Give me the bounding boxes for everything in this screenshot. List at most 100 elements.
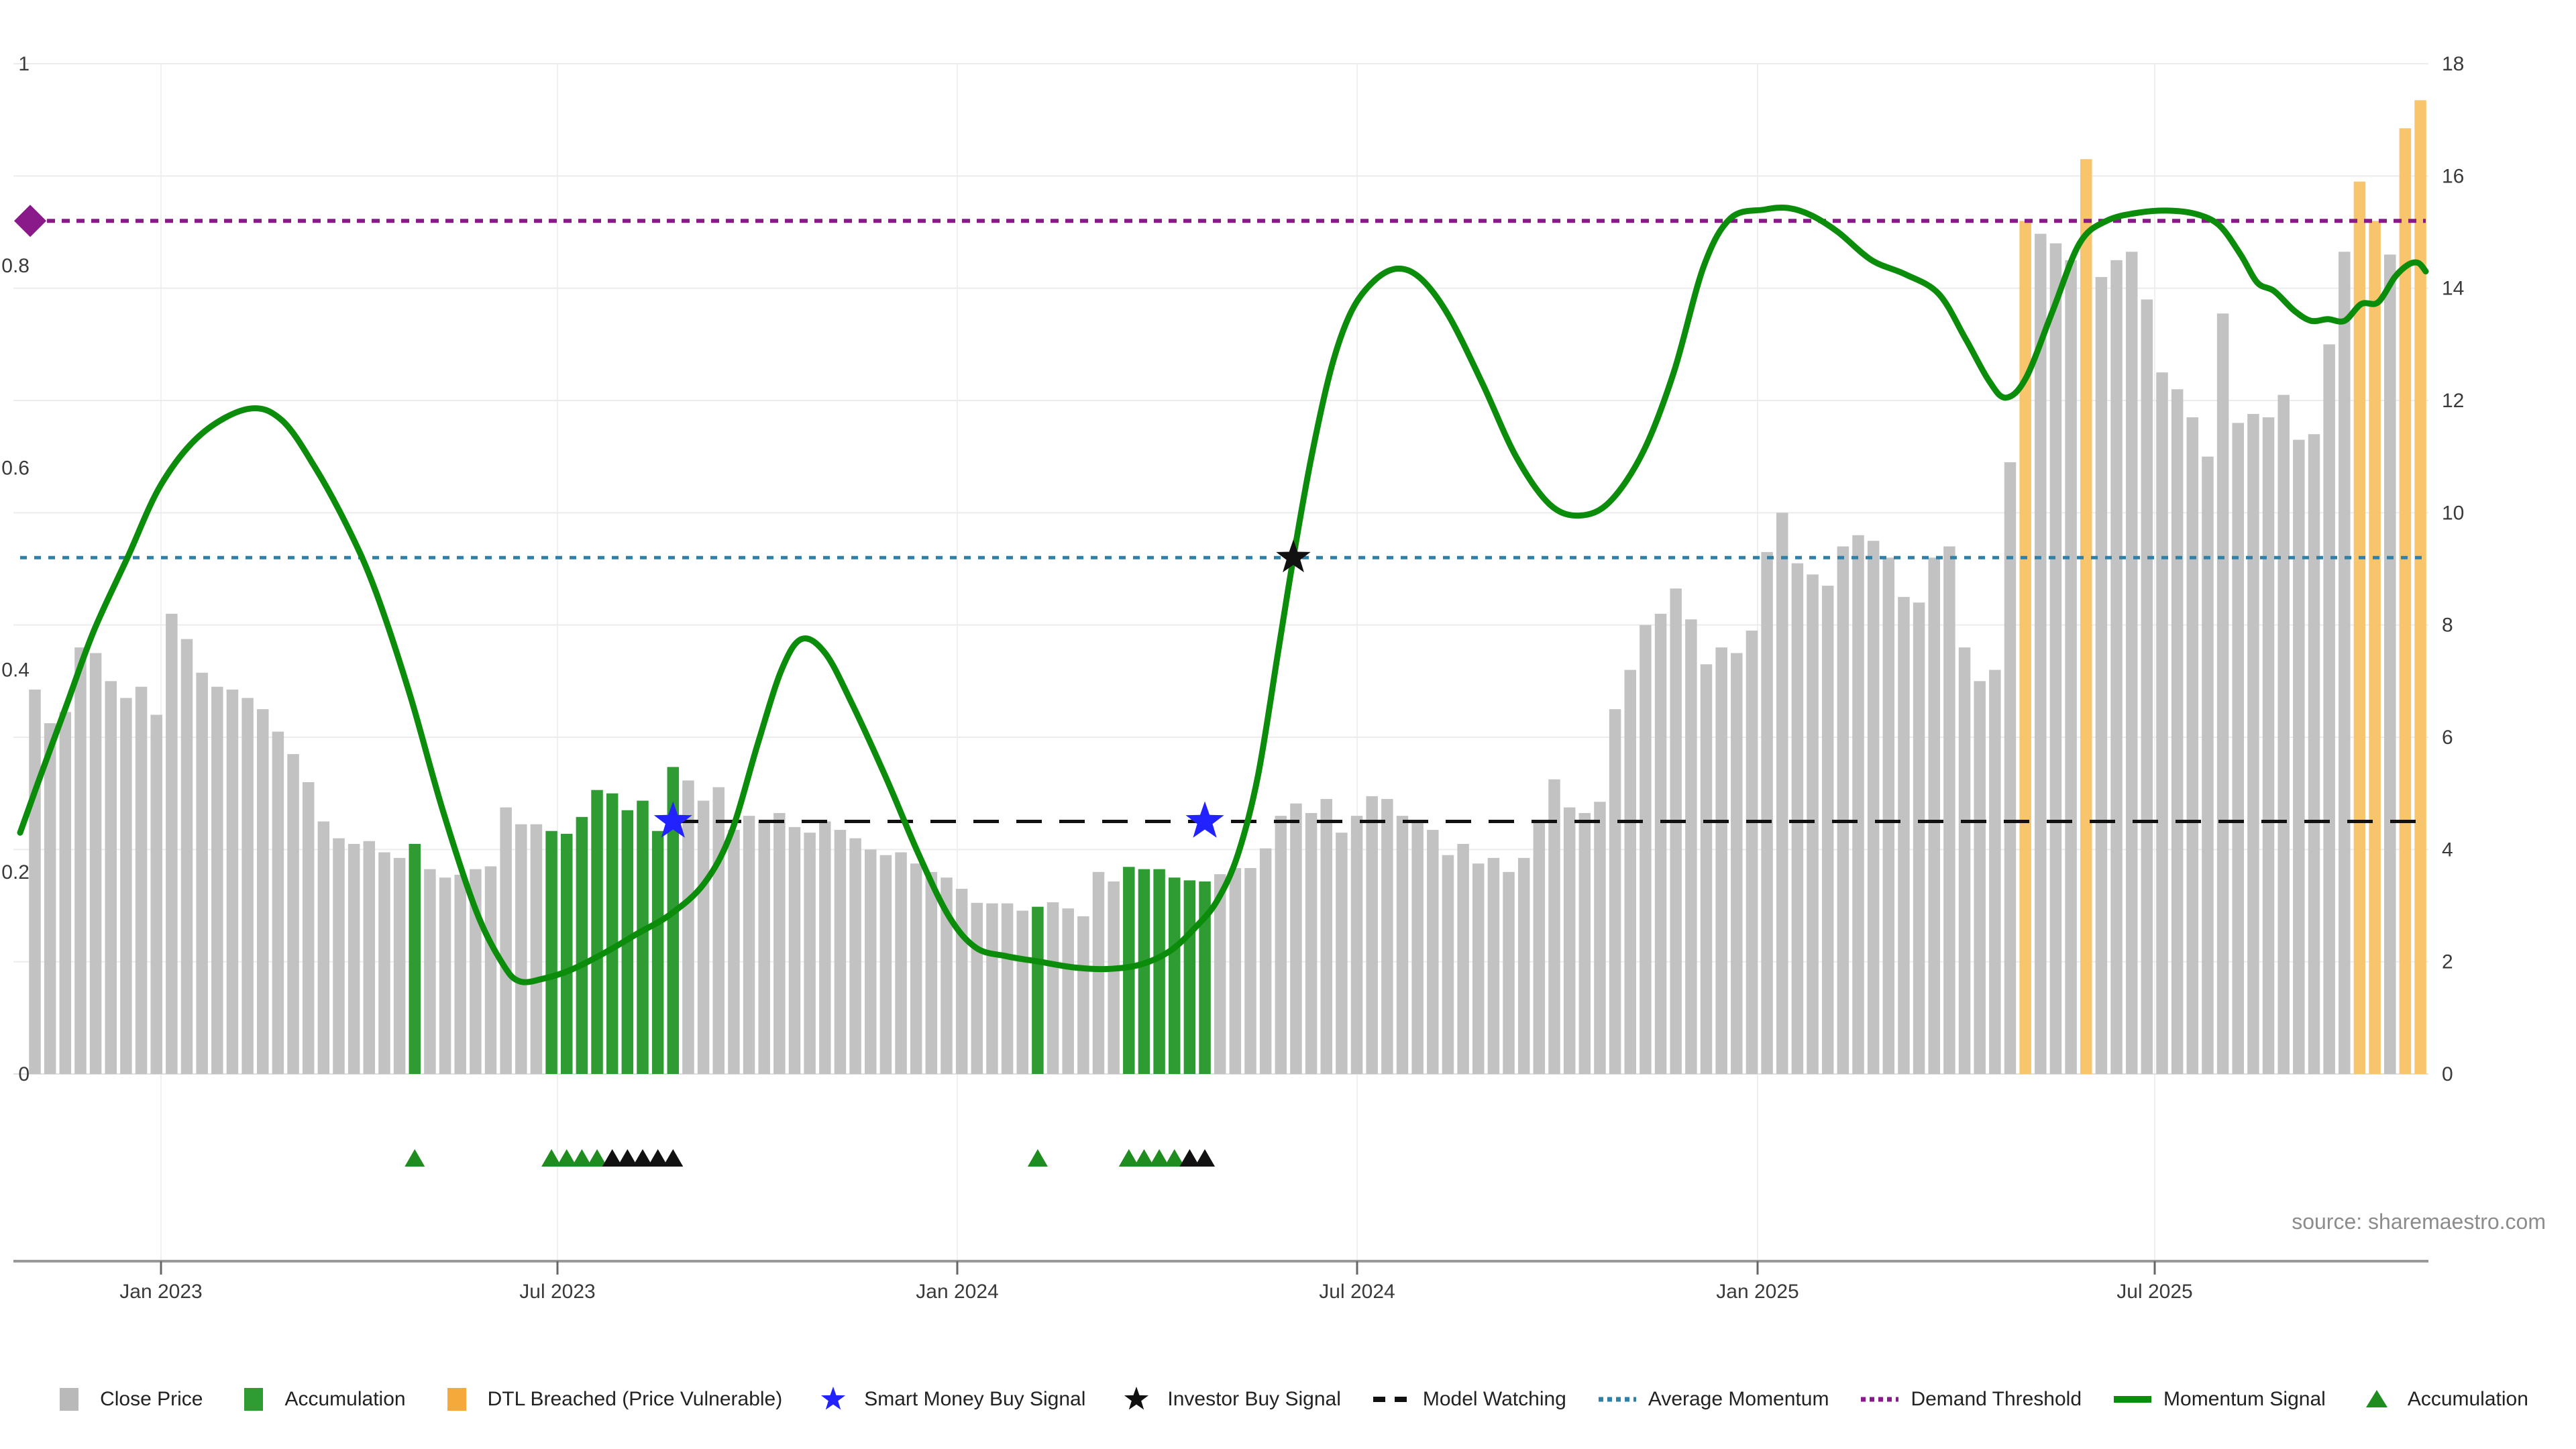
close-price-bar <box>272 732 284 1074</box>
legend-label: Model Watching <box>1423 1388 1566 1411</box>
accumulation-bar <box>1153 869 1165 1074</box>
close-price-bar <box>1427 830 1439 1074</box>
close-price-bar <box>211 687 223 1074</box>
close-price-bar <box>150 715 162 1074</box>
close-price-swatch-icon <box>48 1386 91 1413</box>
close-price-bar <box>1230 868 1242 1074</box>
dtl-breached-bar <box>2414 100 2426 1074</box>
close-price-bar <box>971 903 983 1074</box>
close-price-bar <box>1776 513 1788 1074</box>
close-price-bar <box>181 639 193 1074</box>
close-price-bar <box>1609 709 1621 1074</box>
close-price-bar <box>1852 535 1864 1074</box>
close-price-bar <box>454 875 466 1074</box>
close-price-bar <box>835 830 847 1074</box>
y-axis-right-tick-label: 8 <box>2442 614 2453 637</box>
close-price-bar <box>865 849 877 1074</box>
close-price-bar <box>926 872 938 1074</box>
close-price-bar <box>910 863 922 1074</box>
x-axis-tick-label: Jul 2023 <box>519 1281 595 1303</box>
legend-item-dtl-breached: DTL Breached (Price Vulnerable) <box>435 1386 783 1413</box>
accumulation-marker-triangle <box>405 1149 425 1167</box>
close-price-bar <box>728 830 740 1074</box>
close-price-bar <box>880 855 892 1074</box>
x-axis-tick-label: Jul 2025 <box>2116 1281 2192 1303</box>
close-price-bar <box>1017 911 1029 1074</box>
dtl-breached-bar <box>2354 182 2366 1074</box>
momentum-signal-line-icon <box>2111 1386 2154 1413</box>
legend-item-smart-money-buy-signal: Smart Money Buy Signal <box>812 1386 1085 1413</box>
close-price-bar <box>74 647 87 1074</box>
close-price-bar <box>2126 252 2138 1074</box>
x-axis-tick-label: Jan 2025 <box>1716 1281 1799 1303</box>
close-price-bar <box>1002 904 1014 1074</box>
close-price-bar <box>1701 664 1713 1074</box>
x-axis-tick-label: Jul 2024 <box>1319 1281 1395 1303</box>
close-price-bar <box>1366 796 1378 1074</box>
close-price-bar <box>257 709 269 1074</box>
close-price-bar <box>439 877 451 1074</box>
y-axis-left-tick-label: 0.8 <box>1 255 30 277</box>
close-price-bar <box>2217 313 2229 1074</box>
demand-threshold-dots-icon <box>1858 1386 1901 1413</box>
close-price-bar <box>1336 833 1348 1074</box>
accumulation-bar <box>591 790 603 1074</box>
close-price-bar <box>1640 625 1652 1074</box>
close-price-bar <box>1290 804 1302 1074</box>
legend-item-accumulation-triangle: Accumulation <box>2355 1386 2528 1413</box>
close-price-bar <box>1807 574 1819 1074</box>
legend-item-demand-threshold: Demand Threshold <box>1858 1386 2082 1413</box>
legend-label: Average Momentum <box>1648 1388 1829 1411</box>
accumulation-bar <box>606 794 619 1074</box>
close-price-bar <box>713 787 725 1074</box>
close-price-bar <box>515 824 527 1074</box>
close-price-bar <box>1625 670 1637 1074</box>
close-price-bar <box>2339 252 2351 1074</box>
accumulation-bar <box>1184 880 1196 1074</box>
close-price-bar <box>1093 872 1105 1074</box>
close-price-bar <box>804 833 816 1074</box>
close-price-bar <box>90 653 102 1075</box>
close-price-bar <box>303 782 315 1074</box>
close-price-bar <box>1321 799 1333 1074</box>
smart-money-buy-signal-star-icon <box>812 1386 855 1413</box>
chart-legend: Close PriceAccumulationDTL Breached (Pri… <box>0 1373 2576 1426</box>
close-price-bar <box>166 614 178 1074</box>
accumulation-triangle-icon <box>2355 1386 2398 1413</box>
y-axis-right-tick-label: 0 <box>2442 1063 2453 1085</box>
close-price-bar <box>1731 653 1743 1075</box>
smart-money-buy-star <box>1186 802 1224 838</box>
close-price-bar <box>1411 822 1424 1075</box>
close-price-bar <box>1715 647 1727 1074</box>
close-price-bar <box>2293 440 2305 1074</box>
accumulation-bar <box>545 831 557 1074</box>
close-price-bar <box>1305 813 1318 1074</box>
close-price-bar <box>1761 552 1773 1074</box>
legend-item-accumulation-bars: Accumulation <box>232 1386 405 1413</box>
investor-buy-signal-star-icon <box>1115 1386 1158 1413</box>
close-price-bar <box>2096 277 2108 1074</box>
close-price-bar <box>2323 344 2335 1074</box>
y-axis-right-tick-label: 14 <box>2442 278 2464 300</box>
close-price-bar <box>1792 564 1804 1074</box>
accumulation-marker-triangle <box>1028 1149 1048 1167</box>
close-price-bar <box>1913 602 1925 1074</box>
close-price-bar <box>287 754 299 1074</box>
close-price-bar <box>196 673 208 1074</box>
close-price-bar <box>136 687 148 1074</box>
close-price-bar <box>2156 372 2168 1074</box>
close-price-bar <box>29 690 41 1074</box>
x-axis-tick-label: Jan 2023 <box>119 1281 202 1303</box>
close-price-bar <box>2263 417 2275 1074</box>
close-price-bar <box>1685 619 1697 1074</box>
close-price-bar <box>1457 844 1469 1074</box>
close-price-bar <box>2141 299 2153 1074</box>
close-price-bar <box>819 822 831 1075</box>
close-price-bar <box>1062 908 1074 1074</box>
close-price-bar <box>789 827 801 1074</box>
close-price-bar <box>2277 395 2290 1074</box>
close-price-bar <box>2004 462 2017 1074</box>
close-price-bar <box>348 844 360 1074</box>
legend-item-investor-buy-signal: Investor Buy Signal <box>1115 1386 1340 1413</box>
dtl-breached-swatch-icon <box>435 1386 478 1413</box>
